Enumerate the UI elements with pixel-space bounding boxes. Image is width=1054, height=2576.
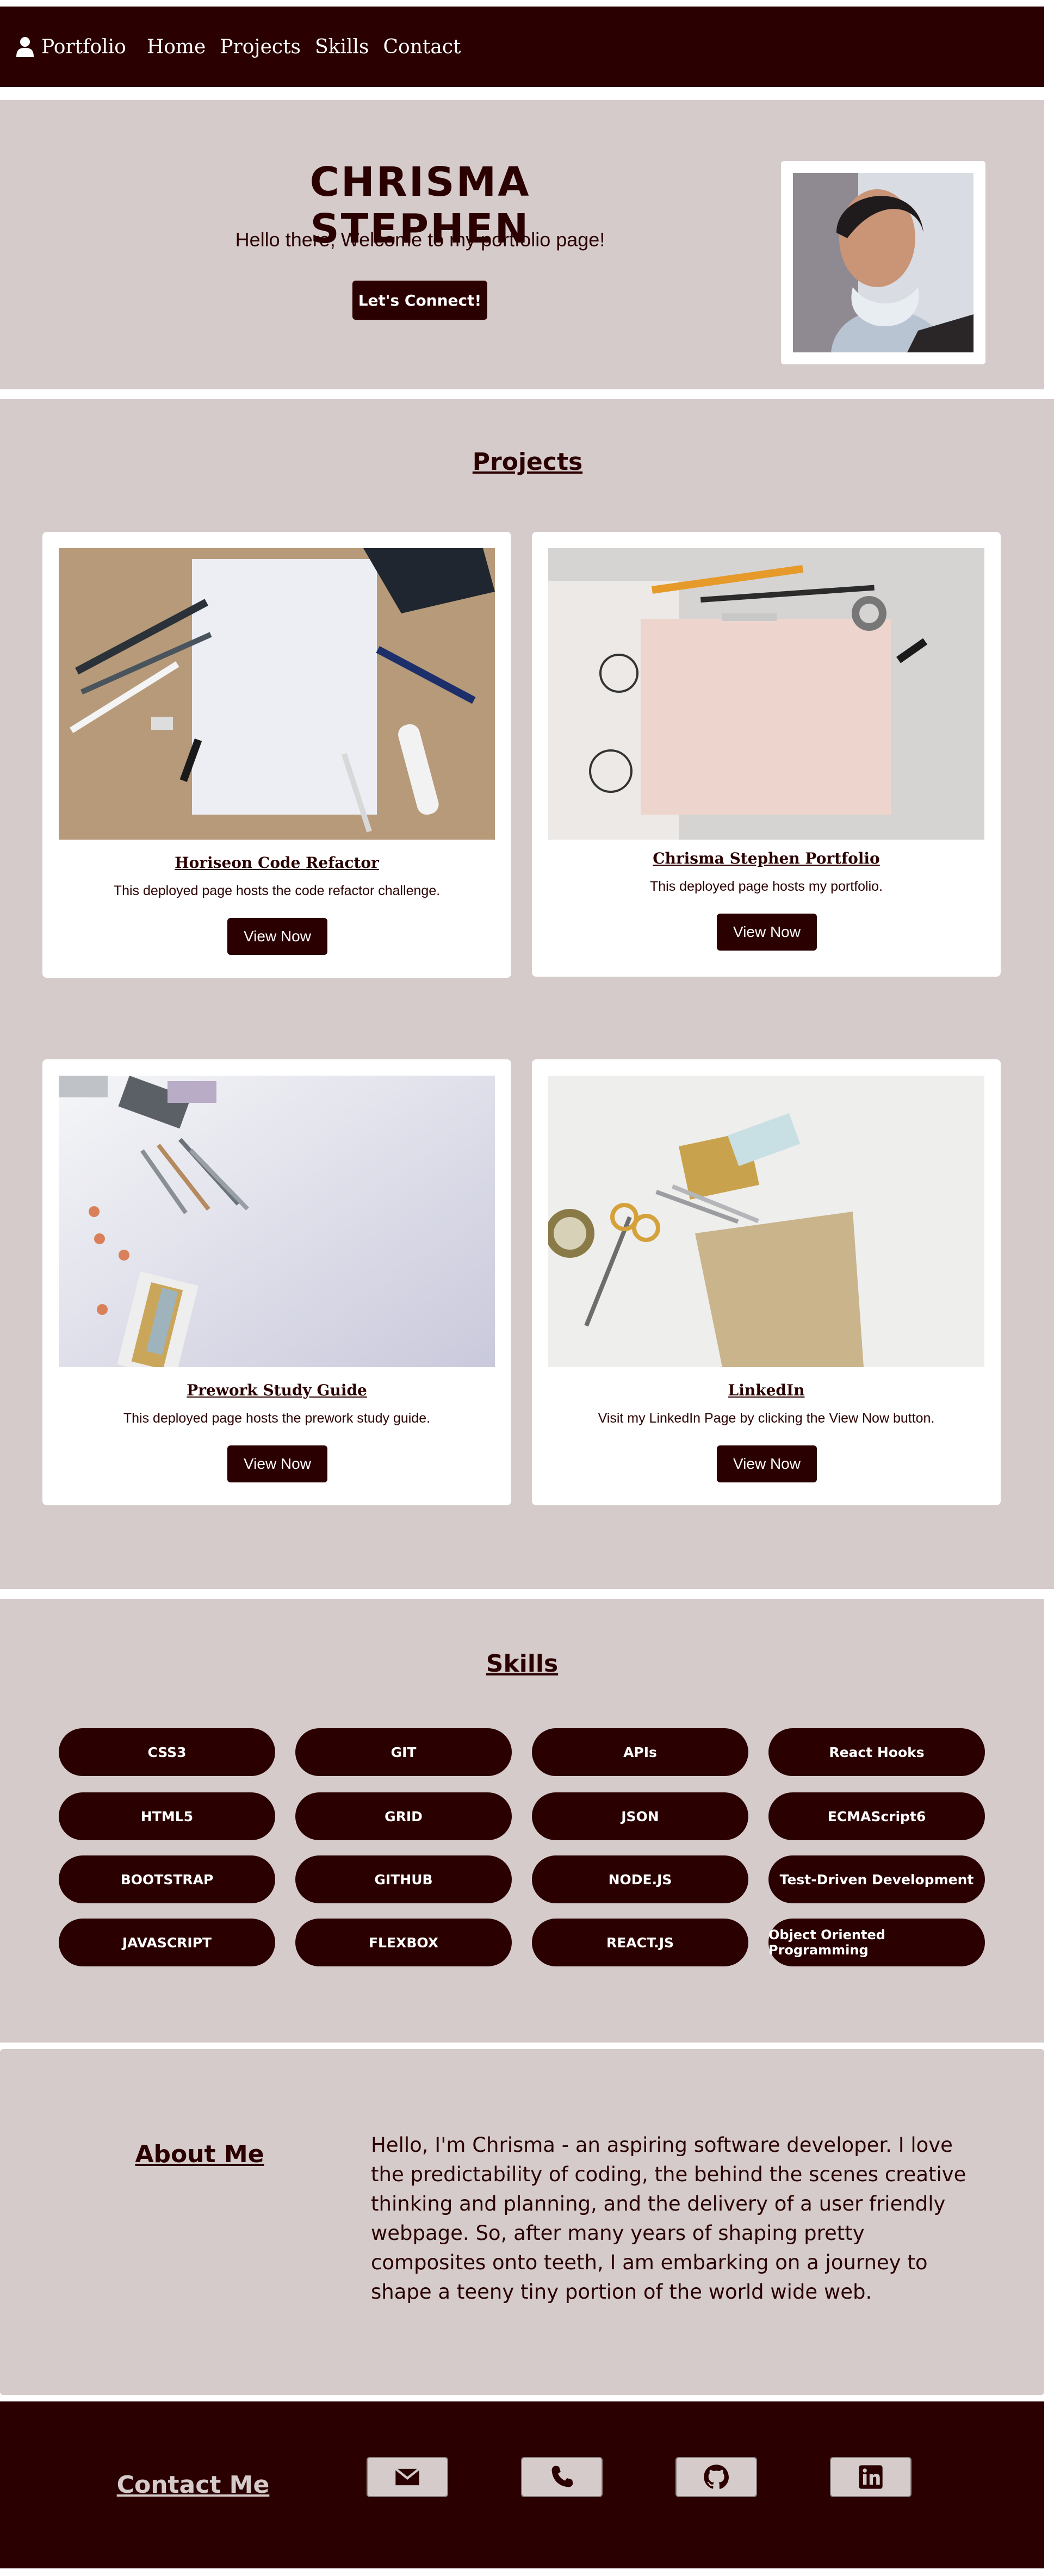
project-thumbnail: [59, 548, 495, 840]
profile-photo: [793, 173, 974, 352]
project-description: This deployed page hosts the prework stu…: [123, 1411, 431, 1426]
nav-link-skills[interactable]: Skills: [315, 36, 369, 58]
skills-title: Skills: [486, 1650, 559, 1678]
project-description: Visit my LinkedIn Page by clicking the V…: [598, 1411, 935, 1426]
skill-pill: REACT.JS: [532, 1919, 748, 1966]
phone-icon: [551, 2466, 573, 2487]
contact-title: Contact Me: [116, 2471, 270, 2499]
profile-photo-frame: [781, 161, 985, 364]
hero-welcome: Hello there, Welcome to my portfolio pag…: [235, 228, 605, 251]
linkedin-icon: [859, 2465, 883, 2489]
notebook-scissors-image: [548, 1076, 984, 1367]
view-now-button[interactable]: View Now: [227, 1445, 327, 1482]
nav-link-projects[interactable]: Projects: [220, 36, 301, 58]
skill-pill: JSON: [532, 1792, 748, 1840]
project-title[interactable]: Prework Study Guide: [42, 1381, 511, 1399]
hero-section: CHRISMA STEPHEN Hello there, Welcome to …: [0, 100, 1044, 389]
project-card: LinkedIn Visit my LinkedIn Page by click…: [532, 1059, 1001, 1505]
skill-pill: ECMAScript6: [768, 1792, 985, 1840]
project-thumbnail: [548, 548, 984, 840]
pencils-image: [59, 1076, 495, 1367]
project-thumbnail: [548, 1076, 984, 1367]
skill-pill: Test-Driven Development: [768, 1855, 985, 1903]
project-title[interactable]: Chrisma Stephen Portfolio: [532, 849, 1001, 867]
nav-link-home[interactable]: Home: [147, 36, 206, 58]
view-now-button[interactable]: View Now: [717, 1445, 817, 1482]
about-title: About Me: [135, 2140, 264, 2168]
project-title[interactable]: Horiseon Code Refactor: [42, 854, 511, 872]
skills-section: Skills CSS3 GIT APIs React Hooks HTML5 G…: [0, 1599, 1044, 2043]
desk-paper-image: [59, 548, 495, 840]
about-body: Hello, I'm Chrisma - an aspiring softwar…: [371, 2133, 966, 2304]
nav-link-contact[interactable]: Contact: [383, 36, 461, 58]
skill-pill: HTML5: [59, 1792, 275, 1840]
github-icon: [704, 2465, 729, 2489]
contact-footer: Contact Me: [0, 2401, 1044, 2568]
profile-photo-art: [793, 173, 974, 352]
skill-pill: FLEXBOX: [295, 1919, 512, 1966]
about-section: About Me Hello, I'm Chrisma - an aspirin…: [0, 2049, 1044, 2395]
project-title[interactable]: LinkedIn: [532, 1381, 1001, 1399]
skill-pill: APIs: [532, 1728, 748, 1776]
project-card: Prework Study Guide This deployed page h…: [42, 1059, 511, 1505]
skill-pill: JAVASCRIPT: [59, 1919, 275, 1966]
skill-pill: GIT: [295, 1728, 512, 1776]
linkedin-button[interactable]: [830, 2457, 912, 2497]
projects-section: Projects Horiseon Code Refactor This dep…: [0, 399, 1054, 1589]
projects-title: Projects: [472, 448, 583, 476]
project-description: This deployed page hosts the code refact…: [113, 883, 441, 898]
project-card: Horiseon Code Refactor This deployed pag…: [42, 532, 511, 978]
project-card: Chrisma Stephen Portfolio This deployed …: [532, 532, 1001, 977]
skill-pill: CSS3: [59, 1728, 275, 1776]
user-icon: [16, 37, 34, 57]
brand-label: Portfolio: [41, 35, 126, 58]
phone-button[interactable]: [521, 2457, 603, 2497]
skill-pill: GRID: [295, 1792, 512, 1840]
brand-link[interactable]: Portfolio: [16, 36, 126, 58]
skill-pill: BOOTSTRAP: [59, 1855, 275, 1903]
email-button[interactable]: [367, 2457, 448, 2497]
skill-pill: GITHUB: [295, 1855, 512, 1903]
envelope-icon: [394, 2468, 420, 2486]
view-now-button[interactable]: View Now: [717, 914, 817, 951]
project-thumbnail: [59, 1076, 495, 1367]
skill-pill: Object Oriented Programming: [768, 1919, 985, 1966]
project-description: This deployed page hosts my portfolio.: [649, 879, 883, 894]
lets-connect-button[interactable]: Let's Connect!: [352, 281, 487, 320]
view-now-button[interactable]: View Now: [227, 918, 327, 955]
github-button[interactable]: [675, 2457, 757, 2497]
skill-pill: React Hooks: [768, 1728, 985, 1776]
skill-pill: NODE.JS: [532, 1855, 748, 1903]
top-navbar: Portfolio Home Projects Skills Contact: [0, 7, 1044, 87]
pink-paper-image: [548, 548, 984, 840]
